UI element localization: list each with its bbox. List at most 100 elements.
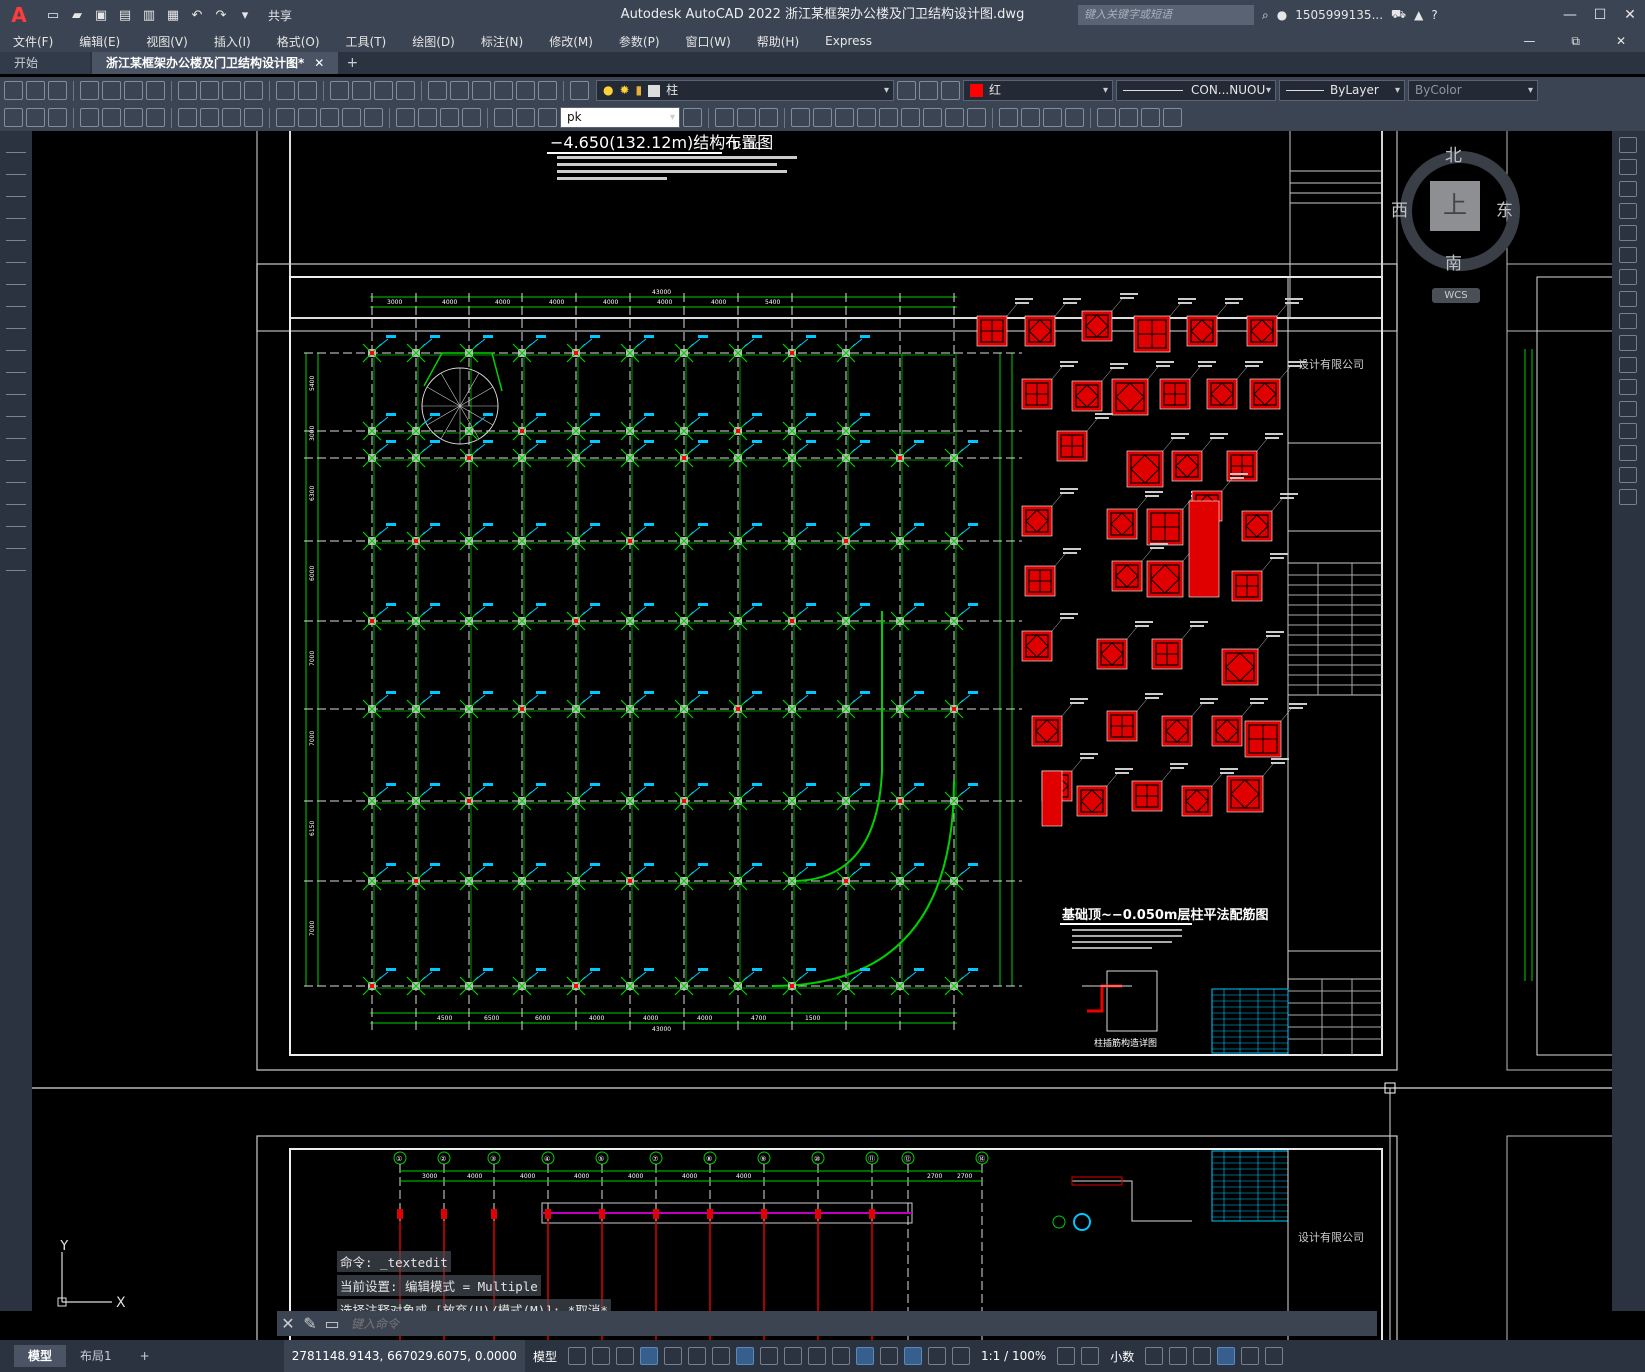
rotate-icon[interactable]: [1619, 269, 1637, 285]
plotstyle-dropdown[interactable]: ByColor: [1408, 80, 1538, 101]
spline-icon[interactable]: [6, 313, 26, 329]
modeling-icon[interactable]: [945, 108, 964, 127]
wrench-icon[interactable]: ✎: [299, 1314, 321, 1333]
linetype-dropdown[interactable]: CON...NUOU: [1116, 80, 1276, 101]
shade-icon[interactable]: [1021, 108, 1040, 127]
compass-east[interactable]: 东: [1496, 196, 1513, 221]
dim-edit-icon[interactable]: [494, 108, 513, 127]
stretch-icon[interactable]: [1619, 313, 1637, 329]
cart-icon[interactable]: ⛟: [1391, 7, 1406, 23]
cut-icon[interactable]: [178, 81, 197, 100]
ellipse-icon[interactable]: [6, 335, 26, 351]
shade-icon[interactable]: [999, 108, 1018, 127]
compass-north[interactable]: 北: [1445, 141, 1462, 166]
osnap-icon[interactable]: [735, 1347, 754, 1365]
radius-dim-icon[interactable]: [178, 108, 197, 127]
menu-tools[interactable]: 工具(T): [333, 33, 400, 50]
break-icon[interactable]: [1619, 379, 1637, 395]
modeling-icon[interactable]: [791, 108, 810, 127]
model-space-toggle[interactable]: 模型: [525, 1348, 565, 1365]
region-icon[interactable]: [6, 489, 26, 505]
help-icon[interactable]: [538, 81, 557, 100]
coordinates-display[interactable]: 2781148.9143, 667029.6075, 0.0000: [283, 1340, 525, 1372]
publish-icon[interactable]: ▥: [140, 6, 158, 24]
wcs-menu[interactable]: WCS: [1432, 288, 1480, 303]
ellipse-arc-icon[interactable]: [6, 357, 26, 373]
isodraft-icon[interactable]: [687, 1347, 706, 1365]
dim-update-icon[interactable]: [538, 108, 557, 127]
tab-close-icon[interactable]: ✕: [314, 52, 324, 74]
copy-icon[interactable]: [200, 81, 219, 100]
ordinate-dim-icon[interactable]: [146, 108, 165, 127]
drawing-canvas[interactable]: −4.650(132.12m)结构布置图 1:100 设计有限公司 3000 4…: [32, 131, 1612, 1340]
doc-restore-icon[interactable]: ⧉: [1558, 34, 1593, 49]
view-icon[interactable]: [1119, 108, 1138, 127]
lineweight-icon[interactable]: [759, 1347, 778, 1365]
dim-style-dropdown[interactable]: pk: [560, 107, 680, 128]
menu-dimension[interactable]: 标注(N): [468, 33, 536, 50]
linear-dim-icon[interactable]: [80, 108, 99, 127]
search-icon[interactable]: ⌕: [1262, 8, 1269, 23]
gradient-icon[interactable]: [6, 467, 26, 483]
hardware-acceleration-icon[interactable]: [1217, 1347, 1236, 1365]
tool-palettes-icon[interactable]: [472, 81, 491, 100]
view-icon[interactable]: [1163, 108, 1182, 127]
menu-edit[interactable]: 编辑(E): [66, 33, 133, 50]
selection-filter-icon[interactable]: [879, 1347, 898, 1365]
line-icon[interactable]: [6, 137, 26, 153]
table-icon[interactable]: [6, 511, 26, 527]
menu-express[interactable]: Express: [812, 34, 885, 48]
object-track-icon[interactable]: [711, 1347, 730, 1365]
command-input[interactable]: [343, 1313, 1377, 1334]
quick-properties-icon[interactable]: [1145, 1347, 1164, 1365]
tab-layout1[interactable]: 布局1: [66, 1345, 126, 1367]
menu-file[interactable]: 文件(F): [0, 33, 66, 50]
annotation-visibility-icon[interactable]: [927, 1347, 946, 1365]
undo-icon[interactable]: [276, 81, 295, 100]
layer-properties-icon[interactable]: [570, 81, 589, 100]
tolerance-icon[interactable]: [396, 108, 415, 127]
units-dropdown[interactable]: 小数: [1110, 1348, 1134, 1365]
publish-icon[interactable]: [124, 81, 143, 100]
close-icon[interactable]: ✕: [277, 1314, 299, 1333]
jogged-linear-icon[interactable]: [462, 108, 481, 127]
modeling-icon[interactable]: [813, 108, 832, 127]
make-current-icon[interactable]: [897, 81, 916, 100]
menu-insert[interactable]: 插入(I): [201, 33, 264, 50]
join-icon[interactable]: [1619, 401, 1637, 417]
dim-style-icon[interactable]: [683, 108, 702, 127]
dim-break-icon[interactable]: [364, 108, 383, 127]
snap-icon[interactable]: [591, 1347, 610, 1365]
erase-icon[interactable]: [1619, 137, 1637, 153]
new-tab-button[interactable]: +: [340, 52, 364, 74]
3d-icon[interactable]: [737, 108, 756, 127]
tab-start[interactable]: 开始: [0, 52, 90, 74]
isolate-objects-icon[interactable]: [1193, 1347, 1212, 1365]
ortho-icon[interactable]: [639, 1347, 658, 1365]
menu-modify[interactable]: 修改(M): [536, 33, 606, 50]
revision-cloud-icon[interactable]: [6, 291, 26, 307]
plot-icon[interactable]: ▦: [164, 6, 182, 24]
jogged-dim-icon[interactable]: [200, 108, 219, 127]
lock-ui-icon[interactable]: [1169, 1347, 1188, 1365]
modeling-icon[interactable]: [879, 108, 898, 127]
search-input[interactable]: 键入关键字或短语: [1078, 5, 1254, 25]
center-mark-icon[interactable]: [418, 108, 437, 127]
extend-icon[interactable]: [1619, 357, 1637, 373]
match-properties-icon[interactable]: [244, 81, 263, 100]
diameter-dim-icon[interactable]: [222, 108, 241, 127]
baseline-dim-icon[interactable]: [298, 108, 317, 127]
add-selected-icon[interactable]: [6, 555, 26, 571]
construction-line-icon[interactable]: [6, 159, 26, 175]
layer-state-icon[interactable]: [941, 81, 960, 100]
design-center-icon[interactable]: [450, 81, 469, 100]
tab-model[interactable]: 模型: [14, 1345, 67, 1367]
point-icon[interactable]: [6, 423, 26, 439]
new-icon[interactable]: ▭: [44, 6, 62, 24]
3d-print-icon[interactable]: [146, 81, 165, 100]
app-menu-button[interactable]: A: [0, 0, 38, 30]
rectangle-icon[interactable]: [6, 225, 26, 241]
polar-icon[interactable]: [663, 1347, 682, 1365]
shade-icon[interactable]: [1065, 108, 1084, 127]
menu-format[interactable]: 格式(O): [264, 33, 333, 50]
